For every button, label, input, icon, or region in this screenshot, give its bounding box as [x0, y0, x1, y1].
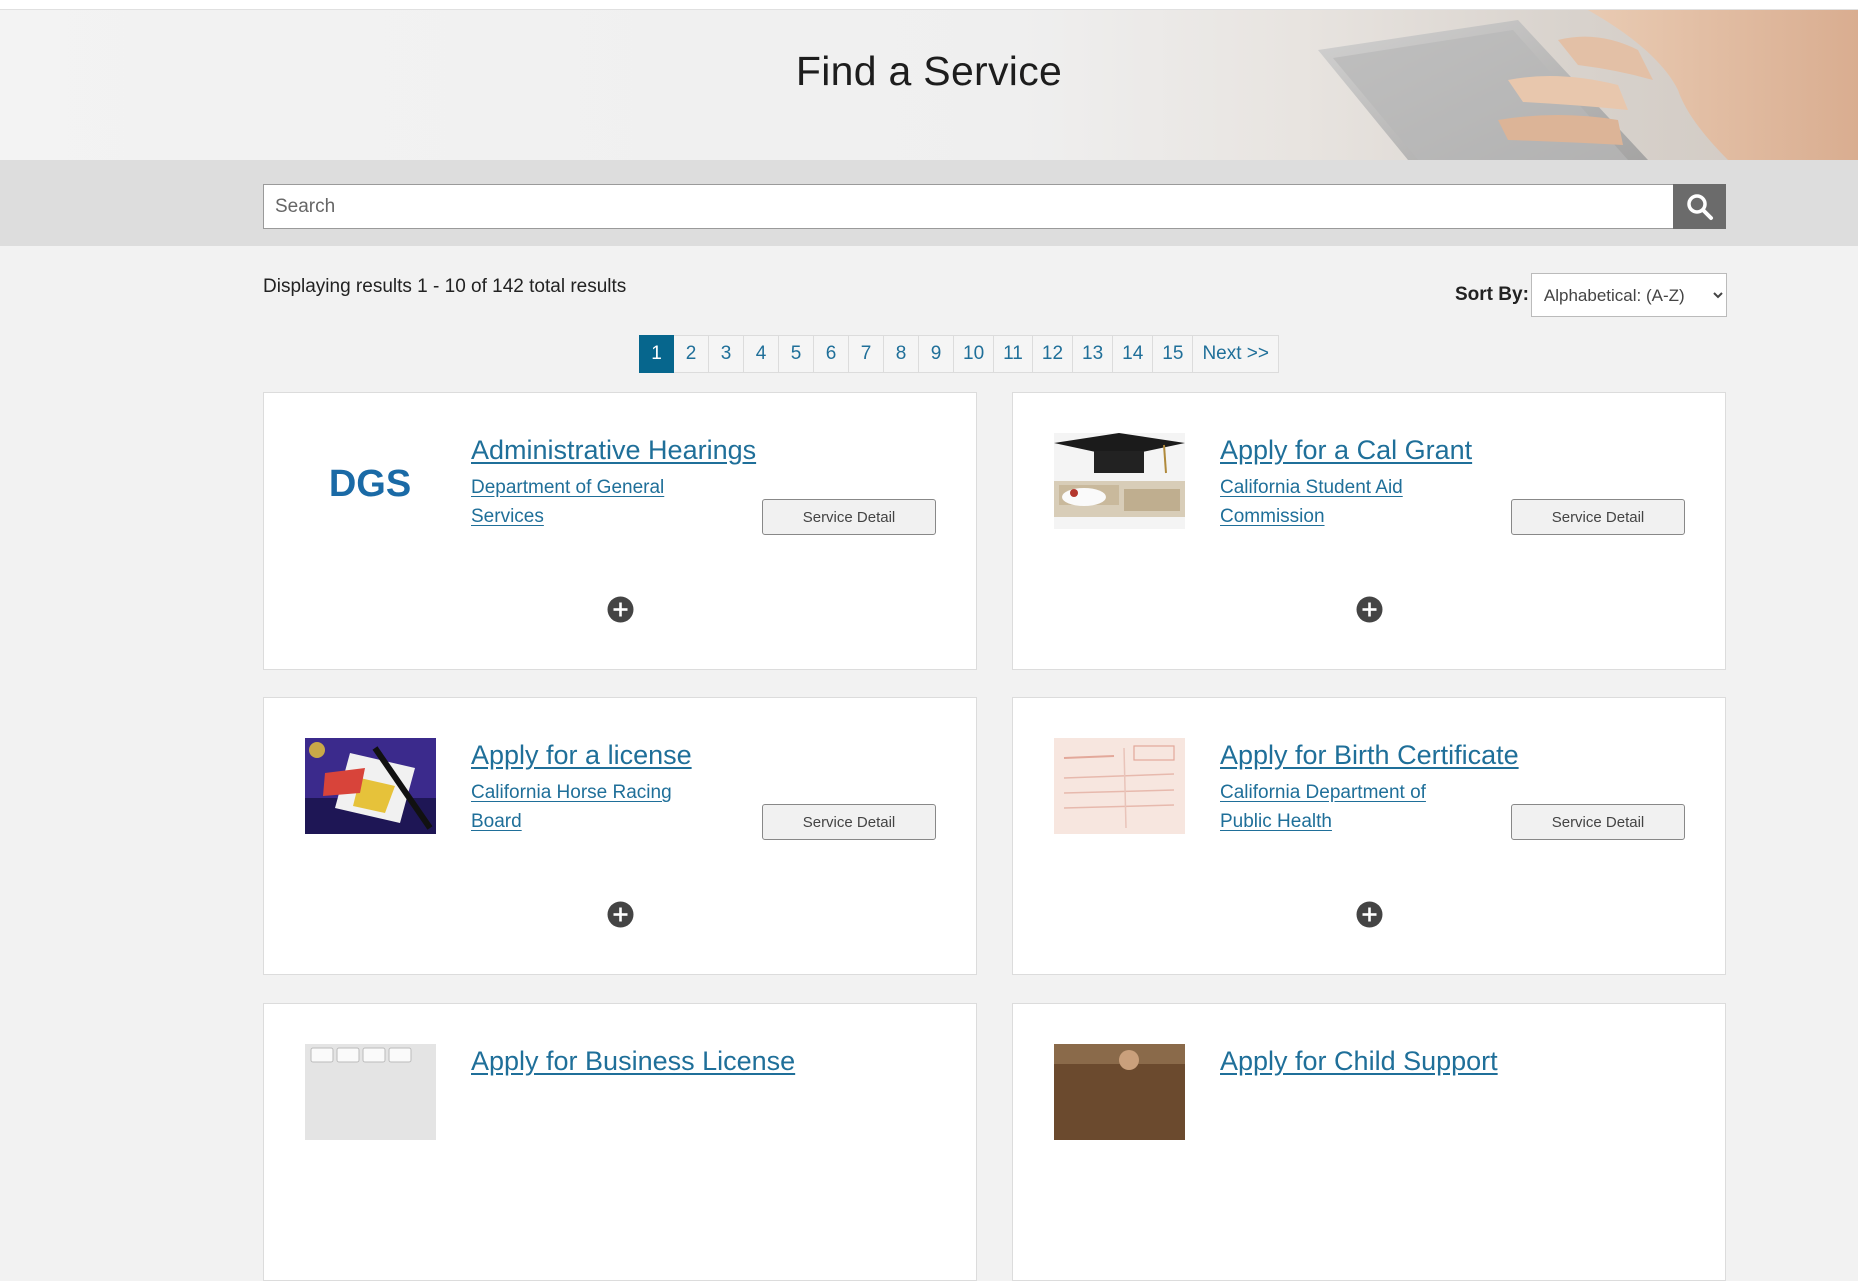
agency-line: Board	[471, 811, 522, 832]
page-link-9[interactable]: 9	[919, 335, 954, 373]
page-link-15[interactable]: 15	[1153, 335, 1194, 373]
svg-text:DGS: DGS	[329, 463, 411, 505]
page-link-5[interactable]: 5	[779, 335, 814, 373]
service-agency-link[interactable]: California Horse Racing Board	[471, 778, 701, 836]
service-detail-button[interactable]: Service Detail	[1511, 499, 1685, 535]
horse-racing-license-image	[305, 738, 436, 834]
dgs-logo-image: DGS	[329, 463, 411, 505]
service-title[interactable]: Apply for Business License	[471, 1046, 795, 1077]
page-link-1[interactable]: 1	[639, 335, 674, 373]
magnifier-icon	[1686, 193, 1713, 220]
page-link-next[interactable]: Next >>	[1193, 335, 1279, 373]
agency-line: Services	[471, 506, 544, 527]
page-link-4[interactable]: 4	[744, 335, 779, 373]
birth-certificate-picture	[1054, 738, 1185, 834]
page-link-10[interactable]: 10	[954, 335, 995, 373]
graduation-cap-picture	[1054, 433, 1185, 529]
sort-select[interactable]: Alphabetical: (A-Z)	[1530, 273, 1727, 317]
page-link-14[interactable]: 14	[1113, 335, 1154, 373]
service-detail-button[interactable]: Service Detail	[762, 804, 936, 840]
search-input[interactable]	[263, 184, 1674, 229]
service-card: DGS Administrative Hearings Department o…	[263, 392, 977, 670]
child-support-picture	[1054, 1044, 1185, 1140]
page-link-3[interactable]: 3	[709, 335, 744, 373]
graduation-cap-image	[1054, 433, 1185, 529]
service-title[interactable]: Apply for a Cal Grant	[1220, 435, 1472, 466]
service-card: Apply for Child Support	[1012, 1003, 1726, 1281]
agency-line: California Student Aid	[1220, 477, 1403, 498]
child-support-image	[1054, 1044, 1185, 1140]
page-link-12[interactable]: 12	[1032, 335, 1074, 373]
service-title[interactable]: Administrative Hearings	[471, 435, 756, 466]
service-agency-link[interactable]: California Department of Public Health	[1220, 778, 1450, 836]
agency-line: California Horse Racing	[471, 782, 672, 803]
page-link-11[interactable]: 11	[994, 335, 1033, 373]
keyboard-image	[305, 1044, 436, 1140]
service-card: Apply for a Cal Grant California Student…	[1012, 392, 1726, 670]
agency-line: Public Health	[1220, 811, 1332, 832]
plus-circle-icon[interactable]	[1356, 596, 1383, 623]
service-card: Apply for a license California Horse Rac…	[263, 697, 977, 975]
agency-line: Department of General	[471, 477, 665, 498]
page-link-7[interactable]: 7	[849, 335, 884, 373]
page-link-8[interactable]: 8	[884, 335, 919, 373]
hero-banner: Find a Service	[0, 10, 1858, 160]
pagination: 1 2 3 4 5 6 7 8 9 10 11 12 13 14 15 Next…	[639, 335, 1279, 373]
search-button[interactable]	[1673, 184, 1726, 229]
page-link-6[interactable]: 6	[814, 335, 849, 373]
service-detail-button[interactable]: Service Detail	[1511, 804, 1685, 840]
service-title[interactable]: Apply for a license	[471, 740, 692, 771]
page-link-2[interactable]: 2	[674, 335, 709, 373]
plus-circle-icon[interactable]	[607, 901, 634, 928]
service-card: Apply for Business License	[263, 1003, 977, 1281]
horse-racing-license-picture	[305, 738, 436, 834]
dgs-logo: DGS	[305, 433, 436, 529]
plus-circle-icon[interactable]	[1356, 901, 1383, 928]
search-bar	[0, 160, 1858, 246]
top-bar	[0, 0, 1858, 10]
page-title: Find a Service	[795, 48, 1063, 94]
service-card: Apply for Birth Certificate California D…	[1012, 697, 1726, 975]
birth-certificate-image	[1054, 738, 1185, 834]
agency-line: Commission	[1220, 506, 1325, 527]
plus-circle-icon[interactable]	[607, 596, 634, 623]
agency-line: California Department of	[1220, 782, 1426, 803]
service-detail-button[interactable]: Service Detail	[762, 499, 936, 535]
results-summary: Displaying results 1 - 10 of 142 total r…	[263, 276, 627, 297]
sort-control: Sort By: Alphabetical: (A-Z)	[1455, 273, 1727, 317]
service-agency-link[interactable]: California Student Aid Commission	[1220, 473, 1450, 531]
sort-label: Sort By:	[1455, 284, 1529, 305]
service-agency-link[interactable]: Department of General Services	[471, 473, 701, 531]
page-link-13[interactable]: 13	[1073, 335, 1114, 373]
service-title[interactable]: Apply for Child Support	[1220, 1046, 1498, 1077]
service-title[interactable]: Apply for Birth Certificate	[1220, 740, 1519, 771]
keyboard-picture	[305, 1044, 436, 1140]
